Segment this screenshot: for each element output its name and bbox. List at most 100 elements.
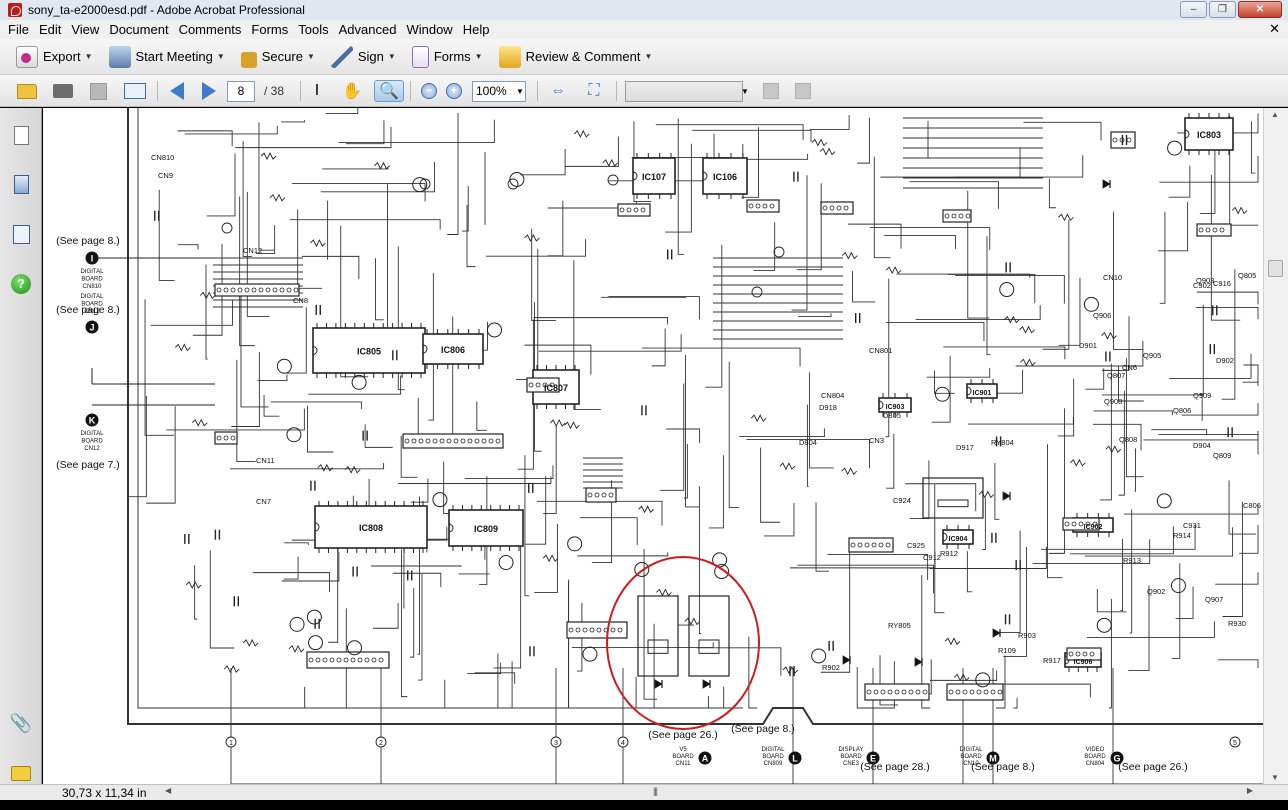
zoom-dropdown-button[interactable]: ▼ <box>513 80 527 102</box>
select-tool-button[interactable]: I <box>306 80 328 102</box>
resistor-symbol <box>1105 445 1122 454</box>
email-button[interactable] <box>121 80 149 102</box>
previous-result-button[interactable] <box>760 80 782 102</box>
part-reference-label: D904 <box>1193 441 1211 450</box>
window-title: sony_ta-e2000esd.pdf - Adobe Acrobat Pro… <box>28 3 305 17</box>
menu-forms[interactable]: Forms <box>246 22 293 37</box>
secure-button[interactable]: Secure ▼ <box>235 42 321 72</box>
menu-edit[interactable]: Edit <box>34 22 66 37</box>
connector-block <box>214 431 238 445</box>
help-panel-button[interactable]: ? <box>10 273 32 295</box>
save-button[interactable] <box>86 80 110 102</box>
schematic-trace <box>1048 408 1065 554</box>
horizontal-scrollbar[interactable]: ◀ ||| ▶ <box>160 786 1253 799</box>
schematic-trace <box>994 463 1000 520</box>
resistor-symbol <box>573 129 590 138</box>
print-button[interactable] <box>50 80 76 102</box>
part-reference-label: Q809 <box>1213 451 1231 460</box>
mounting-hole <box>221 222 233 234</box>
transistor-symbol <box>289 616 305 632</box>
transistor-symbol <box>811 648 827 664</box>
resistor-symbol <box>656 588 672 597</box>
hand-tool-button[interactable]: ✋ <box>340 80 364 102</box>
menu-help[interactable]: Help <box>458 22 495 37</box>
hand-icon: ✋ <box>342 83 362 100</box>
schematic-trace <box>1057 378 1075 437</box>
scroll-grip[interactable]: ||| <box>653 786 658 796</box>
fit-width-icon: ⇔ <box>550 82 566 99</box>
toolbar-separator <box>616 81 617 101</box>
schematic-trace <box>291 183 426 202</box>
ic-label: IC107 <box>642 172 666 182</box>
schematic-trace <box>707 695 735 709</box>
menu-view[interactable]: View <box>66 22 104 37</box>
forms-button[interactable]: Forms ▼ <box>406 42 489 72</box>
bookmarks-panel-button[interactable] <box>10 173 32 195</box>
scroll-up-icon[interactable]: ▲ <box>1271 110 1279 119</box>
menu-comments[interactable]: Comments <box>174 22 247 37</box>
ic-label: IC906 <box>1074 659 1093 666</box>
schematic-trace <box>1048 178 1056 209</box>
actual-size-button[interactable]: ⇔ <box>546 80 570 102</box>
part-reference-label: D918 <box>819 403 837 412</box>
menu-document[interactable]: Document <box>104 22 173 37</box>
close-document-button[interactable]: ✕ <box>1269 21 1280 37</box>
diode-symbol <box>1002 491 1011 501</box>
schematic-trace <box>484 151 486 225</box>
schematic-trace <box>550 581 569 709</box>
scroll-thumb[interactable] <box>1268 260 1283 277</box>
search-field[interactable] <box>625 80 743 102</box>
start-meeting-button[interactable]: Start Meeting ▼ <box>103 42 231 72</box>
part-reference-label: C912 <box>923 553 941 562</box>
next-page-button[interactable] <box>198 80 220 102</box>
schematic-trace <box>209 550 235 649</box>
menu-window[interactable]: Window <box>401 22 457 37</box>
search-dropdown-button[interactable]: ▼ <box>738 80 752 102</box>
menu-advanced[interactable]: Advanced <box>334 22 402 37</box>
open-button[interactable] <box>14 80 40 102</box>
part-reference-label: CN9 <box>158 171 173 180</box>
pages-icon <box>13 125 29 145</box>
zoom-in-button[interactable]: + <box>444 80 464 102</box>
pages-panel-button[interactable] <box>10 124 32 146</box>
previous-page-button[interactable] <box>166 80 188 102</box>
next-result-button[interactable] <box>792 80 814 102</box>
scroll-down-icon[interactable]: ▼ <box>1271 773 1279 782</box>
folder-icon <box>17 83 37 99</box>
page-number-input[interactable]: 8 <box>227 80 255 102</box>
menu-tools[interactable]: Tools <box>293 22 333 37</box>
fit-page-icon: ⛶ <box>588 82 600 99</box>
zoom-tool-button[interactable]: 🔍 <box>374 80 404 102</box>
schematic-trace <box>177 244 199 250</box>
signatures-panel-button[interactable] <box>10 223 32 245</box>
schematic-trace <box>947 273 1036 304</box>
scroll-left-icon[interactable]: ◀ <box>165 786 171 795</box>
resistor-symbol <box>944 637 961 646</box>
fit-page-button[interactable]: ⛶ <box>582 80 606 102</box>
dropdown-arrow-icon: ▼ <box>84 52 93 61</box>
board-name-label: CN12 <box>84 446 100 452</box>
schematic-trace <box>967 417 1074 425</box>
scroll-right-icon[interactable]: ▶ <box>1247 786 1253 795</box>
export-button[interactable]: Export ▼ <box>10 42 99 72</box>
review-comment-button[interactable]: Review & Comment ▼ <box>493 42 659 72</box>
minimize-button[interactable]: – <box>1180 1 1207 18</box>
sign-button[interactable]: Sign ▼ <box>325 42 402 72</box>
ic-label: IC809 <box>474 524 498 534</box>
resistor-symbol <box>199 291 216 300</box>
close-window-button[interactable]: ✕ <box>1238 1 1282 18</box>
document-view[interactable]: IC805 IC806 IC807 IC808 IC809 IC107 IC106 IC901… <box>43 108 1263 784</box>
schematic-trace <box>886 322 985 341</box>
diode-symbol <box>914 657 923 667</box>
transistor-symbol <box>276 358 292 374</box>
ic-label: IC806 <box>441 345 465 355</box>
menu-file[interactable]: File <box>3 22 34 37</box>
maximize-button[interactable]: ❐ <box>1209 1 1236 18</box>
comments-panel-button[interactable] <box>10 762 32 784</box>
schematic-trace <box>696 647 782 676</box>
vertical-scrollbar[interactable]: ▲ ▼ <box>1263 108 1288 784</box>
resistor-symbol <box>223 665 240 674</box>
zoom-out-button[interactable]: − <box>419 80 439 102</box>
attachments-panel-button[interactable]: 📎 <box>10 712 32 734</box>
diode-symbol <box>702 679 711 689</box>
